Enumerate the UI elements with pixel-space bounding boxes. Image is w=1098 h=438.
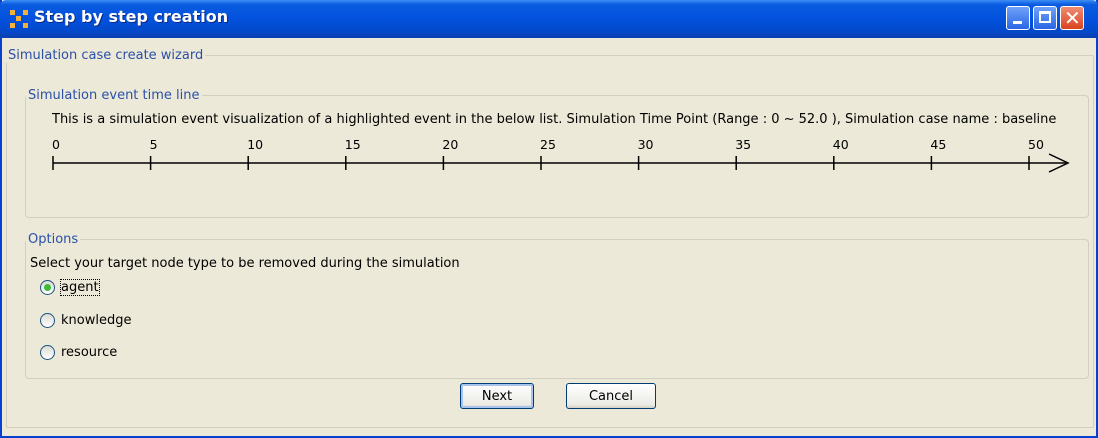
radio-label-agent[interactable]: agent: [60, 279, 100, 296]
timeline-tick-label: 25: [540, 137, 556, 152]
options-group: Options: [25, 232, 1089, 379]
timeline-tick-label: 10: [247, 137, 264, 152]
window-title: Step by step creation: [34, 7, 229, 26]
radio-button-resource[interactable]: [40, 345, 55, 360]
title-bar[interactable]: Step by step creation ✕: [0, 0, 1098, 38]
timeline-tick-label: 5: [149, 137, 158, 152]
minimize-icon: [1013, 21, 1022, 24]
timeline-tick-label: 30: [637, 137, 654, 152]
radio-button-knowledge[interactable]: [40, 313, 55, 328]
maximize-button[interactable]: [1033, 6, 1057, 30]
timeline-description: This is a simulation event visualization…: [52, 112, 1057, 127]
close-button[interactable]: ✕: [1060, 6, 1084, 30]
close-icon: ✕: [1064, 6, 1081, 30]
wizard-legend: Simulation case create wizard: [8, 48, 204, 63]
app-icon: [10, 10, 28, 28]
timeline-group: Simulation event time line: [25, 88, 1089, 218]
radio-label-knowledge[interactable]: knowledge: [61, 313, 131, 328]
options-legend: Options: [28, 232, 79, 247]
timeline-tick-label: 15: [344, 137, 361, 152]
cancel-button[interactable]: Cancel: [566, 383, 656, 409]
timeline-tick-label: 45: [930, 137, 947, 152]
timeline-tick-label: 0: [52, 137, 60, 152]
timeline-tick-label: 40: [832, 137, 849, 152]
next-button[interactable]: Next: [460, 383, 534, 409]
radio-label-resource[interactable]: resource: [61, 345, 117, 360]
options-instruction: Select your target node type to be remov…: [30, 256, 460, 271]
timeline-tick-label: 35: [735, 137, 752, 152]
timeline-legend: Simulation event time line: [28, 88, 200, 103]
radio-button-agent[interactable]: [40, 280, 55, 295]
timeline-tick-label: 20: [442, 137, 459, 152]
maximize-icon: [1039, 11, 1051, 23]
timeline-tick-label: 50: [1028, 137, 1044, 152]
minimize-button[interactable]: [1006, 6, 1030, 30]
